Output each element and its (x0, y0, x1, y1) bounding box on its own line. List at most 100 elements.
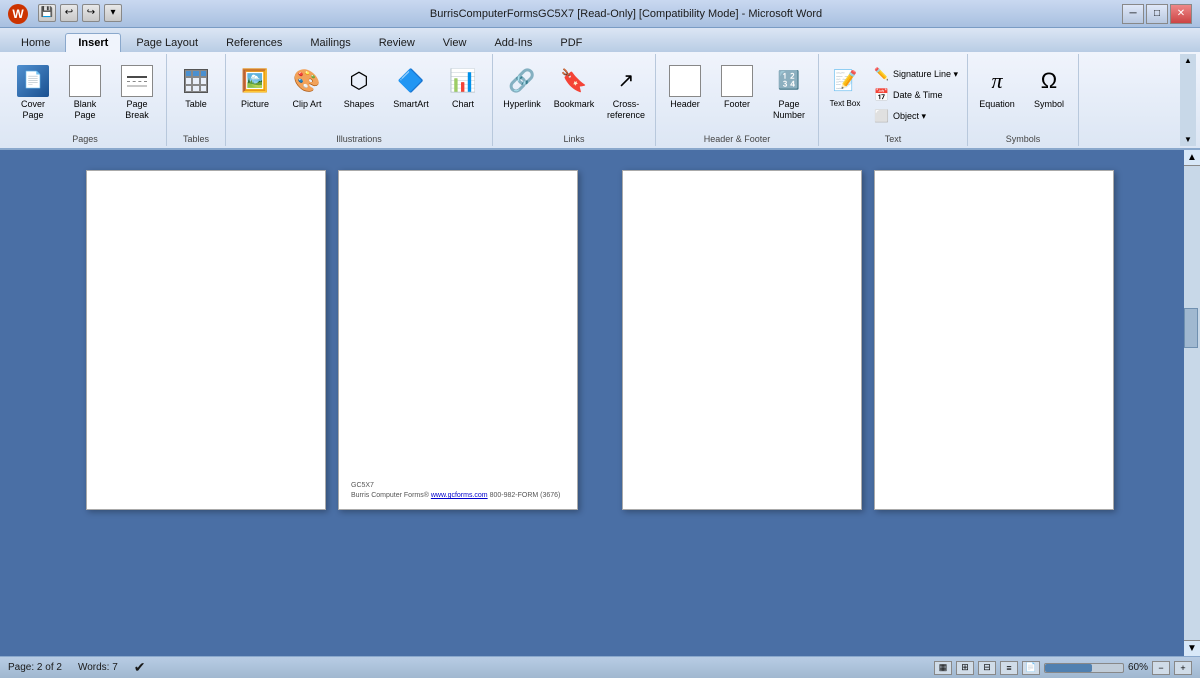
shapes-icon: ⬡ (343, 65, 375, 97)
ribbon-scrollbar[interactable]: ▲ ▼ (1180, 54, 1196, 146)
smartart-button[interactable]: 🔷 SmartArt (386, 60, 436, 113)
window-controls[interactable]: ─ □ ✕ (1122, 4, 1192, 24)
full-screen-button[interactable]: ⊞ (956, 661, 974, 675)
track-changes-indicator: ✔ (134, 659, 146, 676)
object-button[interactable]: ⬜ Object ▾ (869, 106, 963, 126)
header-footer-buttons: Header Footer 🔢 Page Number (660, 56, 814, 132)
scroll-thumb[interactable] (1184, 308, 1198, 348)
symbol-button[interactable]: Ω Symbol (1024, 60, 1074, 113)
text-buttons: 📝 Text Box ✏️ Signature Line ▾ 📅 Date & … (823, 56, 963, 132)
picture-button[interactable]: 🖼️ Picture (230, 60, 280, 113)
zoom-out-button[interactable]: − (1152, 661, 1170, 675)
tab-addins[interactable]: Add-Ins (481, 33, 545, 52)
web-layout-button[interactable]: ⊟ (978, 661, 996, 675)
chart-button[interactable]: 📊 Chart (438, 60, 488, 113)
bookmark-button[interactable]: 🔖 Bookmark (549, 60, 599, 113)
word-icon: W (8, 4, 28, 24)
cross-reference-icon: ↗ (610, 65, 642, 97)
ribbon-group-pages: 📄 Cover Page Blank Page Page Break Pages (4, 54, 167, 146)
customize-button[interactable]: ▾ (104, 4, 122, 22)
symbols-group-label: Symbols (1006, 132, 1041, 144)
tab-review[interactable]: Review (366, 33, 428, 52)
undo-button[interactable]: ↩ (60, 4, 78, 22)
shapes-button[interactable]: ⬡ Shapes (334, 60, 384, 113)
document-area: GC5X7 Burris Computer Forms® www.gcforms… (0, 150, 1200, 656)
page-break-icon (121, 65, 153, 97)
scroll-down-button[interactable]: ▼ (1184, 640, 1200, 656)
footer-icon (721, 65, 753, 97)
ribbon-group-text: 📝 Text Box ✏️ Signature Line ▾ 📅 Date & … (819, 54, 968, 146)
blank-page-button[interactable]: Blank Page (60, 60, 110, 124)
outline-button[interactable]: ≡ (1000, 661, 1018, 675)
scroll-track[interactable] (1184, 166, 1200, 640)
tab-references[interactable]: References (213, 33, 295, 52)
signature-line-button[interactable]: ✏️ Signature Line ▾ (869, 64, 963, 84)
date-time-icon: 📅 (874, 88, 889, 102)
cover-page-icon: 📄 (17, 65, 49, 97)
tab-page-layout[interactable]: Page Layout (123, 33, 211, 52)
footer-link[interactable]: www.gcforms.com (431, 492, 488, 499)
header-footer-group-label: Header & Footer (704, 132, 771, 144)
page-number-button[interactable]: 🔢 Page Number (764, 60, 814, 124)
hyperlink-icon: 🔗 (506, 65, 538, 97)
symbols-buttons: π Equation Ω Symbol (972, 56, 1074, 132)
tab-insert[interactable]: Insert (65, 33, 121, 52)
hyperlink-button[interactable]: 🔗 Hyperlink (497, 60, 547, 113)
draft-button[interactable]: 📄 (1022, 661, 1040, 675)
pages-group-label: Pages (72, 132, 98, 144)
tab-home[interactable]: Home (8, 33, 63, 52)
text-box-button[interactable]: 📝 Text Box (823, 60, 867, 126)
ribbon-tabs: Home Insert Page Layout References Maili… (0, 28, 1200, 52)
illustrations-group-label: Illustrations (336, 132, 382, 144)
chart-icon: 📊 (447, 65, 479, 97)
header-button[interactable]: Header (660, 60, 710, 113)
blank-page-icon (69, 65, 101, 97)
minimize-button[interactable]: ─ (1122, 4, 1144, 24)
text-group-label: Text (885, 132, 902, 144)
equation-button[interactable]: π Equation (972, 60, 1022, 113)
tables-group-label: Tables (183, 132, 209, 144)
close-button[interactable]: ✕ (1170, 4, 1192, 24)
header-icon (669, 65, 701, 97)
vertical-scrollbar[interactable]: ▲ ▼ (1184, 150, 1200, 656)
print-layout-button[interactable]: ▦ (934, 661, 952, 675)
page-1 (86, 170, 326, 510)
footer-line2: Burris Computer Forms® www.gcforms.com 8… (351, 491, 560, 501)
zoom-slider[interactable] (1044, 663, 1124, 673)
word-count: Words: 7 (78, 662, 118, 673)
ribbon-group-tables: Table Tables (167, 54, 226, 146)
quick-access-toolbar[interactable]: W 💾 ↩ ↪ ▾ (8, 4, 122, 24)
tab-view[interactable]: View (430, 33, 480, 52)
table-button[interactable]: Table (171, 60, 221, 113)
page-2-footer: GC5X7 Burris Computer Forms® www.gcforms… (351, 481, 560, 501)
status-bar: Page: 2 of 2 Words: 7 ✔ ▦ ⊞ ⊟ ≡ 📄 60% − … (0, 656, 1200, 678)
date-time-button[interactable]: 📅 Date & Time (869, 85, 963, 105)
page-3 (622, 170, 862, 510)
scroll-up-button[interactable]: ▲ (1184, 150, 1200, 166)
page-break-button[interactable]: Page Break (112, 60, 162, 124)
save-button[interactable]: 💾 (38, 4, 56, 22)
cover-page-button[interactable]: 📄 Cover Page (8, 60, 58, 124)
signature-icon: ✏️ (874, 67, 889, 81)
clip-art-button[interactable]: 🎨 Clip Art (282, 60, 332, 113)
pages-buttons: 📄 Cover Page Blank Page Page Break (8, 56, 162, 132)
page-divider (590, 170, 610, 510)
zoom-in-button[interactable]: + (1174, 661, 1192, 675)
footer-line1: GC5X7 (351, 481, 560, 491)
cross-reference-button[interactable]: ↗ Cross-reference (601, 60, 651, 124)
window-title: BurrisComputerFormsGC5X7 [Read-Only] [Co… (130, 8, 1122, 20)
table-icon (180, 65, 212, 97)
page-indicator: Page: 2 of 2 (8, 662, 62, 673)
smartart-icon: 🔷 (395, 65, 427, 97)
ribbon-group-symbols: π Equation Ω Symbol Symbols (968, 54, 1079, 146)
title-bar: W 💾 ↩ ↪ ▾ BurrisComputerFormsGC5X7 [Read… (0, 0, 1200, 28)
restore-button[interactable]: □ (1146, 4, 1168, 24)
pages-container: GC5X7 Burris Computer Forms® www.gcforms… (86, 170, 1114, 510)
zoom-fill (1045, 664, 1092, 672)
footer-button[interactable]: Footer (712, 60, 762, 113)
object-icon: ⬜ (874, 109, 889, 123)
tab-pdf[interactable]: PDF (547, 33, 595, 52)
ribbon-group-illustrations: 🖼️ Picture 🎨 Clip Art ⬡ Shapes 🔷 SmartAr… (226, 54, 493, 146)
redo-button[interactable]: ↪ (82, 4, 100, 22)
tab-mailings[interactable]: Mailings (297, 33, 363, 52)
